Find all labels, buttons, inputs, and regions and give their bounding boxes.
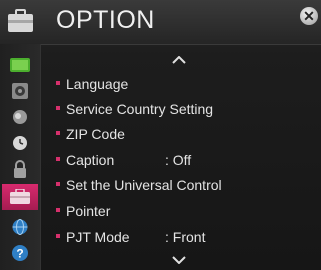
menu-item-pjt-mode[interactable]: PJT Mode : Front	[56, 229, 205, 249]
menu-item-label: ZIP Code	[66, 126, 125, 142]
question-icon: ?	[12, 245, 28, 261]
menu-item-pointer[interactable]: Pointer	[56, 203, 110, 223]
menu-item-label: Set the Universal Control	[66, 177, 222, 193]
sidebar-item-time[interactable]	[4, 130, 36, 156]
menu-item-language[interactable]: Language	[56, 76, 128, 96]
menu-item-set-universal-control[interactable]: Set the Universal Control	[56, 177, 222, 197]
bullet-icon	[56, 106, 60, 111]
menu-item-label: Service Country Setting	[66, 101, 214, 117]
sidebar-item-lock[interactable]	[4, 156, 36, 182]
sound-icon	[12, 83, 28, 99]
bullet-icon	[56, 131, 60, 136]
bullet-icon	[56, 81, 60, 86]
bullet-icon	[56, 157, 60, 162]
scroll-down-arrow-icon[interactable]	[172, 256, 186, 264]
menu-item-caption[interactable]: Caption : Off	[56, 152, 191, 172]
lock-icon	[14, 160, 26, 178]
clock-icon	[13, 136, 27, 150]
satellite-dish-icon	[13, 110, 27, 124]
bullet-icon	[56, 234, 60, 239]
menu-item-value: : Off	[165, 152, 192, 168]
globe-icon	[12, 219, 28, 235]
sidebar: ?	[0, 44, 41, 270]
sidebar-item-channel[interactable]	[4, 104, 36, 130]
menu-item-label: Pointer	[66, 203, 111, 219]
sidebar-item-network[interactable]	[4, 214, 36, 240]
menu-item-service-country-setting[interactable]: Service Country Setting	[56, 101, 213, 121]
scroll-up-arrow-icon[interactable]	[172, 56, 186, 64]
close-button[interactable]: ✕	[300, 7, 318, 25]
sidebar-item-picture[interactable]	[4, 52, 36, 78]
option-briefcase-icon	[8, 9, 33, 32]
header: OPTION ✕	[0, 0, 321, 45]
bullet-icon	[56, 208, 60, 213]
sidebar-item-support[interactable]: ?	[4, 240, 36, 266]
menu-item-label: Caption	[66, 152, 115, 168]
menu-item-label: PJT Mode	[66, 229, 130, 245]
menu-item-value: : Front	[165, 229, 206, 245]
option-icon	[10, 189, 30, 204]
bullet-icon	[56, 182, 60, 187]
picture-icon	[10, 58, 30, 72]
option-list: Language Service Country Setting ZIP Cod…	[44, 44, 314, 270]
menu-item-label: Language	[66, 76, 129, 92]
option-menu-panel: OPTION ✕ ? Language Service Country Sett…	[0, 0, 321, 270]
sidebar-item-sound[interactable]	[4, 78, 36, 104]
svg-text:?: ?	[16, 247, 23, 261]
menu-item-zip-code[interactable]: ZIP Code	[56, 126, 125, 146]
sidebar-item-option[interactable]	[2, 184, 38, 210]
page-title: OPTION	[56, 6, 155, 34]
